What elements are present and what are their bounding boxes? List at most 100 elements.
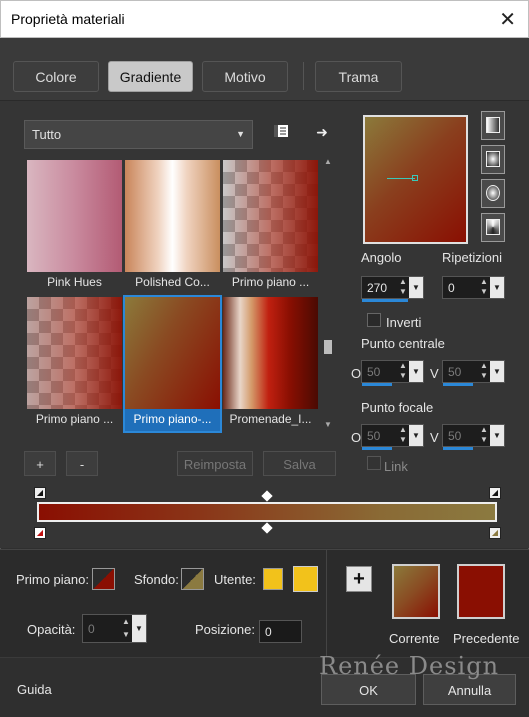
category-dropdown[interactable]: Tutto ▼ (24, 120, 253, 149)
background-label: Sfondo: (134, 572, 179, 587)
resource-manager-icon[interactable] (270, 122, 292, 144)
stepper-icon[interactable]: ▲ ▼ (397, 277, 409, 298)
focal-h-slider[interactable] (362, 447, 392, 450)
chevron-down-icon[interactable]: ▼ (409, 361, 423, 382)
tab-colore[interactable]: Colore (13, 61, 99, 92)
add-to-swatches-icon[interactable]: + (346, 566, 372, 592)
stepper-icon[interactable]: ▲ ▼ (478, 361, 490, 382)
angle-handle[interactable] (412, 175, 418, 181)
chevron-down-icon: ▼ (236, 129, 245, 139)
gradient-thumbnail (27, 297, 122, 409)
center-v-slider[interactable] (443, 383, 473, 386)
chevron-down-icon[interactable]: ▼ (490, 361, 504, 382)
focal-v-input[interactable]: 50 ▲ ▼ ▼ (442, 424, 505, 450)
tab-motivo[interactable]: Motivo (202, 61, 288, 92)
gradient-label: Promenade_I... (229, 412, 312, 426)
help-link[interactable]: Guida (17, 682, 52, 697)
scroll-down-icon[interactable]: ▼ (322, 420, 334, 432)
invert-label: Inverti (386, 315, 422, 330)
previous-label: Precedente (453, 631, 520, 646)
chevron-down-icon[interactable]: ▼ (490, 277, 504, 298)
current-material-swatch[interactable] (392, 564, 440, 619)
chevron-down-icon[interactable]: ▼ (409, 277, 423, 298)
opacity-input[interactable]: 0 ▲ ▼ ▼ (82, 614, 147, 643)
center-h-slider[interactable] (362, 383, 392, 386)
repeats-input[interactable]: 0 ▲ ▼ ▼ (442, 276, 505, 299)
user-color-picker[interactable] (293, 566, 318, 592)
gradient-thumbnail (125, 160, 220, 272)
center-point-label: Punto centrale (361, 336, 445, 351)
link-checkbox[interactable] (367, 456, 381, 470)
position-value: 0 (265, 625, 272, 639)
chevron-down-icon[interactable]: ▼ (490, 425, 504, 446)
transparency-stop-icon[interactable]: ◢ (34, 487, 46, 499)
arrow-right-icon[interactable]: ➜ (311, 121, 333, 143)
add-gradient-button[interactable]: + (24, 451, 56, 476)
gallery-scrollbar[interactable]: ▲ ▼ (322, 157, 334, 432)
angle-slider[interactable] (362, 299, 408, 302)
gradient-gallery: Pink Hues Polished Co... Primo piano ...… (24, 157, 322, 433)
opacity-value: 0 (88, 622, 95, 636)
repeats-value: 0 (448, 281, 455, 295)
linear-style-icon[interactable] (481, 111, 505, 140)
stepper-icon[interactable]: ▲ ▼ (478, 425, 490, 446)
gradient-label: Primo piano ... (35, 412, 114, 426)
position-input[interactable]: 0 (259, 620, 302, 643)
transparency-stop-icon[interactable]: ◢ (489, 487, 501, 499)
center-v-value: 50 (448, 365, 462, 379)
stepper-icon[interactable]: ▲ ▼ (478, 277, 490, 298)
foreground-stop-icon[interactable]: ◢ (34, 527, 46, 539)
link-label: Link (384, 459, 408, 474)
angle-value: 270 (367, 281, 388, 295)
stepper-icon[interactable]: ▲ ▼ (120, 615, 132, 642)
user-color-swatch[interactable] (263, 568, 283, 590)
chevron-down-icon[interactable]: ▼ (409, 425, 423, 446)
rectangular-style-icon[interactable] (481, 145, 505, 174)
angle-label: Angolo (361, 250, 402, 265)
gradient-label: Pink Hues (47, 275, 102, 289)
foreground-swatch[interactable] (92, 568, 115, 590)
focal-point-label: Punto focale (361, 400, 434, 415)
scroll-thumb[interactable] (324, 340, 332, 354)
scroll-up-icon[interactable]: ▲ (322, 157, 334, 169)
gradient-swatch[interactable]: Promenade_I... (223, 297, 318, 431)
section-divider (326, 549, 327, 657)
gradient-swatch[interactable]: Polished Co... (125, 160, 220, 294)
angle-handle-line (387, 178, 415, 179)
opacity-label: Opacità: (27, 622, 76, 637)
gradient-swatch[interactable]: Primo piano ... (27, 297, 122, 431)
focal-v-slider[interactable] (443, 447, 473, 450)
gradient-editor-bar[interactable] (37, 502, 497, 522)
current-label: Corrente (389, 631, 440, 646)
gradient-preview[interactable] (363, 115, 468, 244)
gradient-thumbnail (223, 160, 318, 272)
chevron-down-icon[interactable]: ▼ (132, 615, 146, 642)
gradient-swatch[interactable]: Primo piano ... (223, 160, 318, 294)
center-h-label: O (351, 366, 362, 381)
previous-material-swatch[interactable] (457, 564, 505, 619)
center-h-value: 50 (367, 365, 381, 379)
sunburst-style-icon[interactable] (481, 213, 505, 242)
foreground-label: Primo piano: (16, 572, 89, 587)
angle-input[interactable]: 270 ▲ ▼ ▼ (361, 276, 424, 302)
invert-checkbox[interactable] (367, 313, 381, 327)
center-v-input[interactable]: 50 ▲ ▼ ▼ (442, 360, 505, 386)
stepper-icon[interactable]: ▲ ▼ (397, 425, 409, 446)
remove-gradient-button[interactable]: - (66, 451, 98, 476)
tab-trama[interactable]: Trama (315, 61, 402, 92)
reset-button[interactable]: Reimposta (177, 451, 253, 476)
save-button[interactable]: Salva (263, 451, 336, 476)
radial-style-icon[interactable] (481, 179, 505, 208)
tab-gradiente[interactable]: Gradiente (108, 61, 193, 92)
center-h-input[interactable]: 50 ▲ ▼ ▼ (361, 360, 424, 386)
user-label: Utente: (214, 572, 256, 587)
focal-h-input[interactable]: 50 ▲ ▼ ▼ (361, 424, 424, 450)
gradient-swatch-selected[interactable]: Primo piano-... (123, 295, 222, 433)
stepper-icon[interactable]: ▲ ▼ (397, 361, 409, 382)
background-stop-icon[interactable]: ◢ (489, 527, 501, 539)
close-icon[interactable]: ✕ (499, 7, 516, 32)
window-title: Proprietà materiali (11, 11, 125, 27)
background-swatch[interactable] (181, 568, 204, 590)
gradient-swatch[interactable]: Pink Hues (27, 160, 122, 294)
title-bar: Proprietà materiali ✕ (0, 0, 529, 38)
